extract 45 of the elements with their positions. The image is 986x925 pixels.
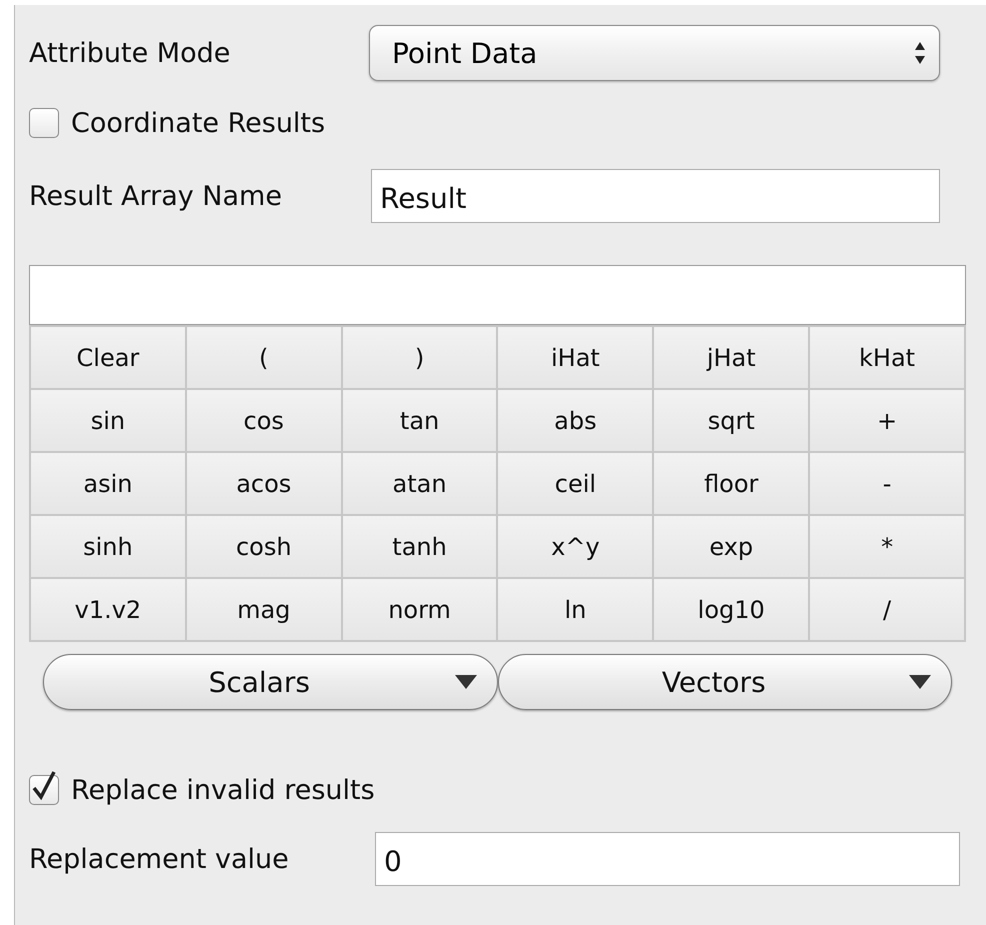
keypad-button[interactable]: sqrt xyxy=(654,390,808,451)
keypad-button[interactable]: floor xyxy=(654,453,808,514)
caret-icon xyxy=(454,675,476,689)
keypad-button[interactable]: x^y xyxy=(498,516,652,577)
keypad-button[interactable]: mag xyxy=(186,579,341,640)
keypad-button[interactable]: kHat xyxy=(810,327,964,388)
keypad-button[interactable]: atan xyxy=(342,453,496,514)
field-label: Attribute Mode xyxy=(29,38,232,68)
keypad-button[interactable]: norm xyxy=(342,579,496,640)
keypad-button[interactable]: ceil xyxy=(498,453,652,514)
keypad-button[interactable]: sin xyxy=(31,390,185,451)
checkbox[interactable] xyxy=(29,108,59,138)
input-field[interactable]: Result xyxy=(371,169,940,223)
keypad-button[interactable]: cos xyxy=(186,390,341,451)
keypad-button[interactable]: abs xyxy=(498,390,652,451)
field-label: Replacement value xyxy=(29,844,290,874)
keypad-button[interactable]: cosh xyxy=(186,516,341,577)
keypad-button[interactable]: acos xyxy=(186,453,341,514)
keypad-button[interactable]: ( xyxy=(186,327,341,388)
keypad-button[interactable]: ln xyxy=(498,579,652,640)
checkbox-label: Coordinate Results xyxy=(71,108,326,138)
keypad-button[interactable]: ) xyxy=(342,327,496,388)
keypad-button[interactable]: / xyxy=(810,579,964,640)
stepper-icon xyxy=(913,40,927,66)
attribute-mode-select[interactable]: Point Data xyxy=(369,25,940,81)
menu-button[interactable]: Vectors xyxy=(498,654,952,710)
keypad-button[interactable]: sinh xyxy=(31,516,185,577)
checkbox-label: Replace invalid results xyxy=(71,774,375,806)
field-label: Result Array Name xyxy=(29,180,283,212)
caret-icon xyxy=(909,675,931,689)
keypad-button[interactable]: tanh xyxy=(342,516,496,577)
keypad-button[interactable]: * xyxy=(810,516,964,577)
keypad-button[interactable]: iHat xyxy=(498,327,652,388)
keypad-button[interactable]: exp xyxy=(654,516,808,577)
keypad-button[interactable]: jHat xyxy=(654,327,808,388)
keypad-button[interactable]: + xyxy=(810,390,964,451)
menu-button[interactable]: Scalars xyxy=(43,654,498,710)
keypad-button[interactable]: asin xyxy=(31,453,185,514)
expression-field[interactable] xyxy=(29,265,966,325)
keypad-button[interactable]: v1.v2 xyxy=(31,579,185,640)
keypad-button[interactable]: tan xyxy=(342,390,496,451)
keypad-button[interactable]: - xyxy=(810,453,964,514)
input-field[interactable]: 0 xyxy=(375,832,960,886)
keypad-button[interactable]: log10 xyxy=(654,579,808,640)
keypad-button[interactable]: Clear xyxy=(31,327,185,388)
